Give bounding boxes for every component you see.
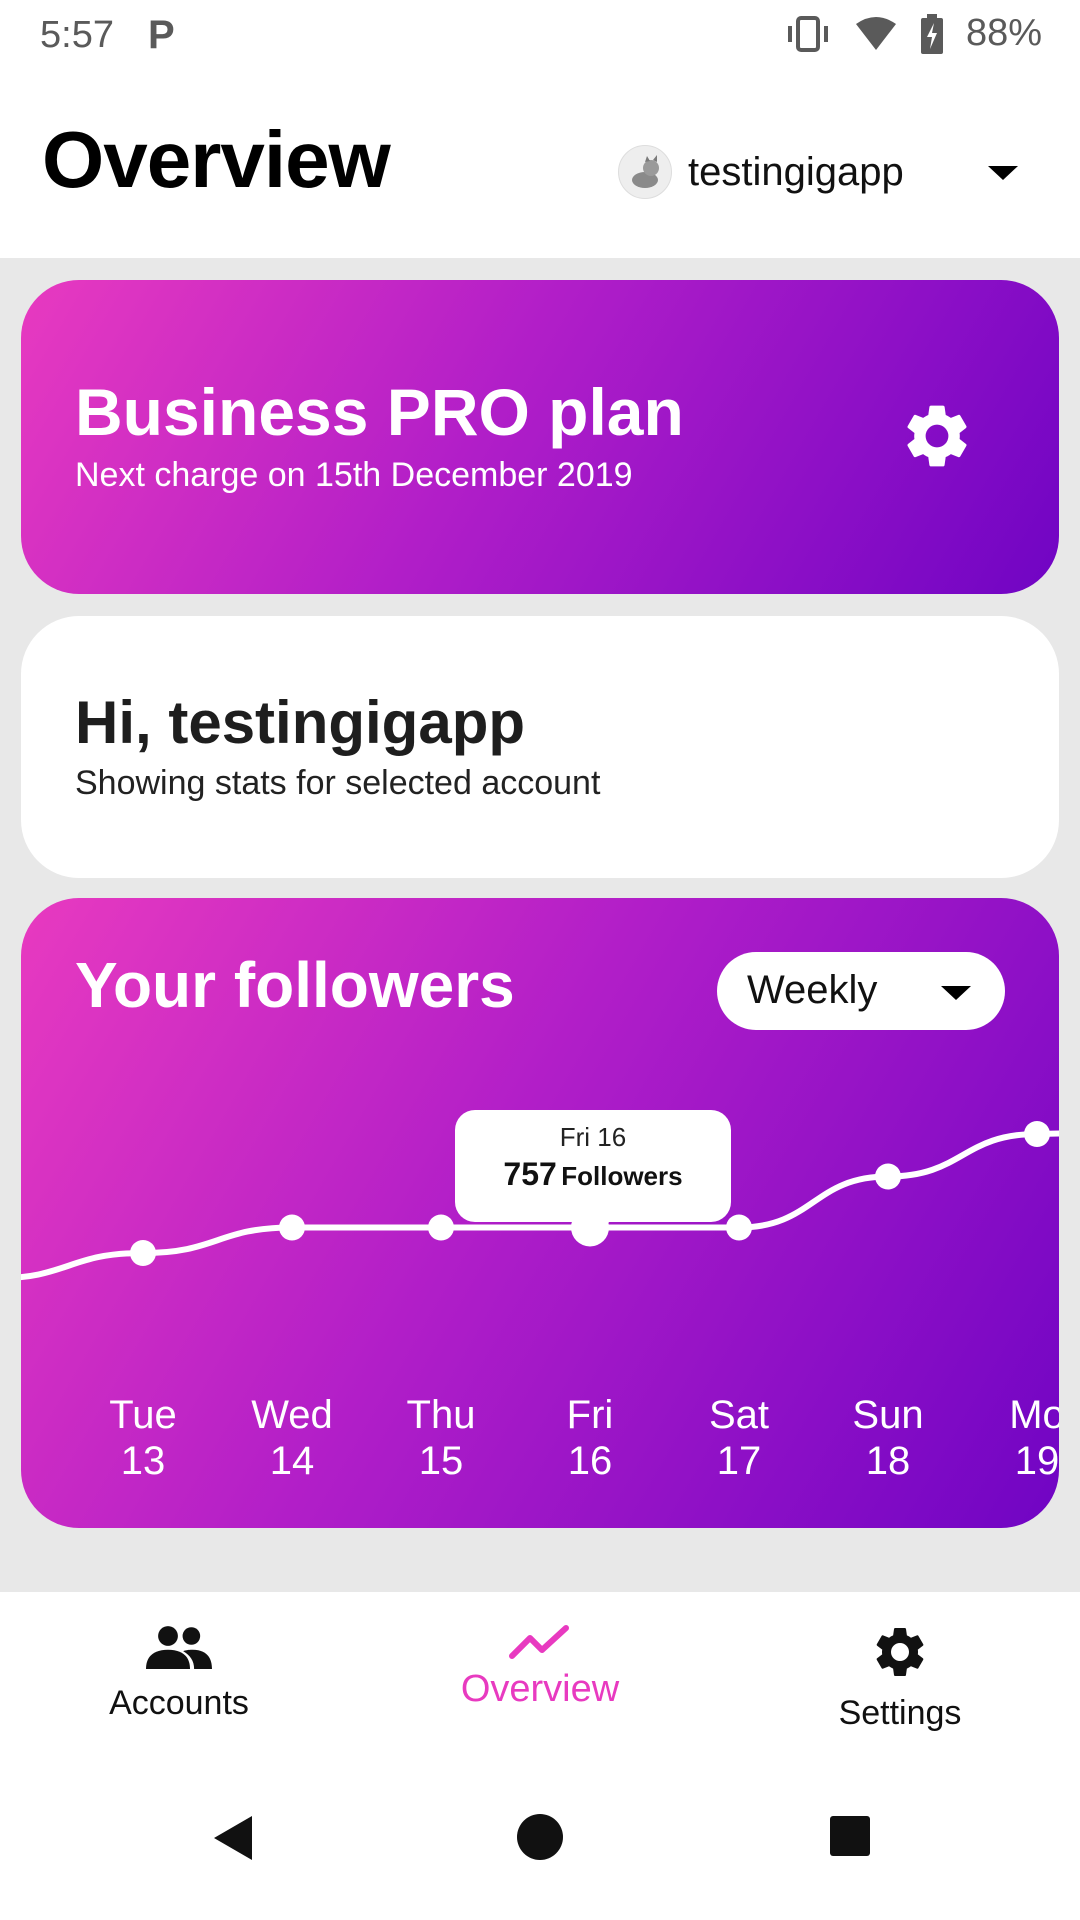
x-axis-label: n bbox=[21, 1392, 64, 1438]
page-title: Overview bbox=[42, 115, 391, 204]
battery-percentage: 88% bbox=[965, 12, 1042, 54]
greeting-title: Hi, testingigapp bbox=[75, 689, 525, 756]
x-axis-date: 19 bbox=[1014, 1439, 1059, 1483]
home-icon[interactable] bbox=[517, 1814, 563, 1860]
tooltip-value: 757 bbox=[503, 1156, 557, 1192]
nav-settings-label: Settings bbox=[838, 1694, 962, 1732]
x-axis-day: Fri bbox=[566, 1393, 614, 1437]
nav-overview-label: Overview bbox=[460, 1668, 620, 1710]
x-axis-date: 13 bbox=[120, 1439, 166, 1483]
chart-tooltip: Fri 16 757 Followers bbox=[455, 1110, 731, 1246]
x-axis-day: Mo bbox=[1009, 1393, 1059, 1437]
account-switcher[interactable]: testingigapp bbox=[618, 136, 1038, 208]
x-axis-day: Sat bbox=[708, 1393, 770, 1437]
battery-charging-icon bbox=[920, 13, 944, 54]
chart-point-thu-15[interactable] bbox=[428, 1214, 454, 1241]
account-name: testingigapp bbox=[688, 149, 904, 194]
chart-point-sun-18[interactable] bbox=[875, 1163, 901, 1190]
chart-point-sat-17[interactable] bbox=[726, 1214, 752, 1241]
chart-point-tue-13[interactable] bbox=[130, 1240, 156, 1266]
x-axis-label: Mo 19 bbox=[967, 1392, 1059, 1484]
gear-icon bbox=[876, 1627, 924, 1676]
chevron-down-icon[interactable] bbox=[988, 166, 1018, 180]
plan-next-charge: Next charge on 15th December 2019 bbox=[75, 456, 633, 494]
gear-icon[interactable] bbox=[899, 398, 975, 474]
cat-avatar-icon bbox=[632, 155, 659, 188]
trending-up-icon bbox=[509, 1625, 569, 1659]
app-header: Overview testingigapp bbox=[0, 72, 1080, 258]
greeting-card: Hi, testingigapp Showing stats for selec… bbox=[21, 616, 1059, 878]
notification-p-icon: P bbox=[148, 13, 175, 57]
wifi-icon bbox=[854, 16, 898, 52]
x-axis-day: n bbox=[21, 1392, 64, 1438]
x-axis-label: Fri 16 bbox=[520, 1392, 660, 1484]
x-axis-label: Sat 17 bbox=[669, 1392, 809, 1484]
system-navigation-bar bbox=[0, 1762, 1080, 1920]
chart-point-wed-14[interactable] bbox=[279, 1214, 305, 1241]
tooltip-day: Fri 16 bbox=[559, 1122, 627, 1152]
x-axis-day: Tue bbox=[109, 1393, 177, 1437]
nav-accounts[interactable]: Accounts bbox=[29, 1622, 329, 1723]
x-axis-label: Wed 14 bbox=[222, 1392, 362, 1484]
status-time: 5:57 bbox=[40, 14, 114, 56]
recents-icon[interactable] bbox=[830, 1816, 870, 1856]
x-axis-date: 18 bbox=[865, 1439, 911, 1483]
x-axis-date: 14 bbox=[269, 1439, 315, 1483]
bottom-navigation: Accounts Overview Settings bbox=[0, 1592, 1080, 1762]
nav-overview[interactable]: Overview bbox=[390, 1622, 690, 1711]
people-icon bbox=[146, 1626, 212, 1669]
plan-title: Business PRO plan bbox=[75, 375, 684, 449]
x-axis-label: Sun 18 bbox=[818, 1392, 958, 1484]
x-axis-date: 17 bbox=[716, 1439, 762, 1483]
chart-point-mon-19[interactable] bbox=[1024, 1121, 1050, 1147]
followers-card: Your followers Weekly Fri 16 757 Followe… bbox=[21, 898, 1059, 1528]
nav-accounts-label: Accounts bbox=[109, 1684, 249, 1722]
avatar bbox=[618, 145, 672, 199]
plan-card: Business PRO plan Next charge on 15th De… bbox=[21, 280, 1059, 594]
greeting-subtitle: Showing stats for selected account bbox=[75, 764, 601, 802]
x-axis-label: Tue 13 bbox=[73, 1392, 213, 1484]
x-axis-day: Thu bbox=[406, 1393, 476, 1437]
back-icon[interactable] bbox=[210, 1814, 256, 1862]
x-axis-label: Thu 15 bbox=[371, 1392, 511, 1484]
x-axis-day: Sun bbox=[852, 1393, 924, 1437]
vibrate-icon bbox=[784, 14, 832, 54]
x-axis-date: 15 bbox=[418, 1439, 464, 1483]
x-axis-date: 16 bbox=[567, 1439, 613, 1483]
nav-settings[interactable]: Settings bbox=[750, 1622, 1050, 1733]
x-axis-day: Wed bbox=[251, 1393, 333, 1437]
tooltip-unit: Followers bbox=[561, 1161, 683, 1191]
status-bar: 5:57 P 88% bbox=[0, 0, 1080, 72]
